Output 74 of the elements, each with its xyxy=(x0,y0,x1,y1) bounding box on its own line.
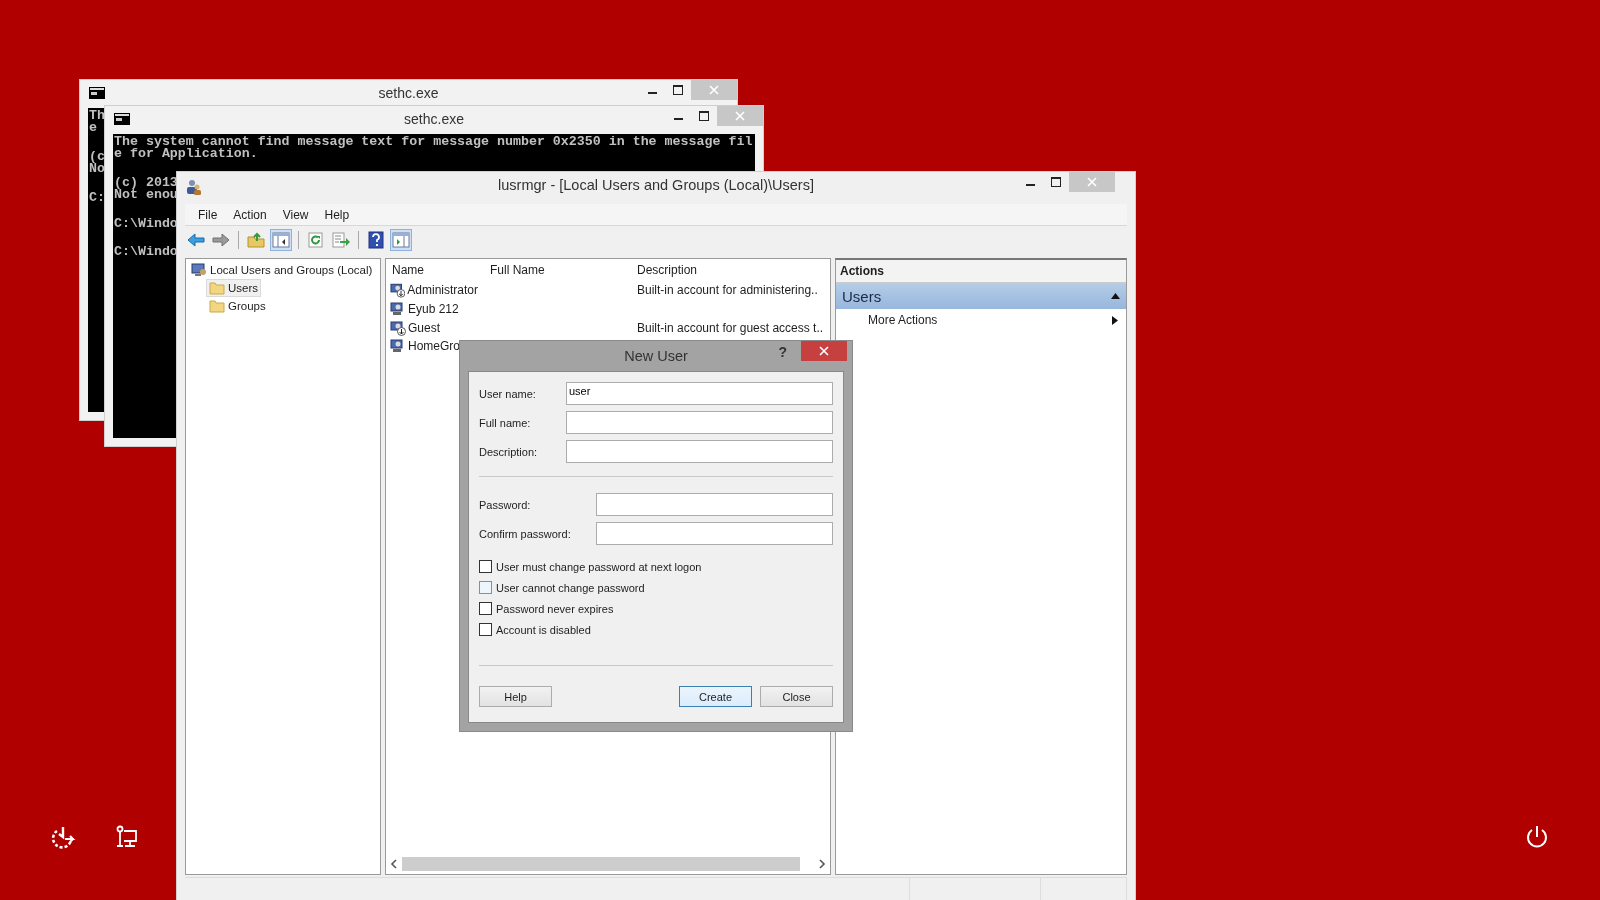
text-field[interactable] xyxy=(566,411,833,434)
user-icon xyxy=(390,338,406,355)
ease-of-access-icon[interactable] xyxy=(50,824,76,850)
field-label: Description: xyxy=(479,445,539,458)
checkbox[interactable] xyxy=(479,623,492,636)
scroll-right-icon[interactable] xyxy=(818,858,826,869)
table-cell: Built-in account for guest access t.. xyxy=(637,320,824,335)
dialog-title: New User xyxy=(624,348,688,364)
checkbox-label: Account is disabled xyxy=(496,623,591,636)
checkbox-label: User must change password at next logon xyxy=(496,560,702,573)
table-cell: HomeGro xyxy=(408,339,460,354)
users-icon xyxy=(185,178,203,196)
tree-item[interactable]: Groups xyxy=(206,297,269,315)
field-label: Full name: xyxy=(479,416,532,429)
column-header[interactable]: Full Name xyxy=(484,259,631,281)
menu-item[interactable]: Action xyxy=(226,205,274,224)
table-cell: Administrator xyxy=(407,283,478,298)
user-icon xyxy=(390,301,406,318)
console-icon xyxy=(89,87,105,99)
action-item[interactable]: More Actions xyxy=(836,309,1126,331)
text-field[interactable] xyxy=(566,440,833,463)
window-title: lusrmgr - [Local Users and Groups (Local)\Users] xyxy=(498,177,814,193)
tree-item[interactable]: Users xyxy=(206,279,262,297)
export-list-icon[interactable] xyxy=(330,229,352,251)
console-output: (c No xyxy=(88,148,106,178)
column-header[interactable]: Description xyxy=(631,259,830,281)
window-title: sethc.exe xyxy=(404,111,464,127)
dialog-button[interactable]: Create xyxy=(679,686,752,707)
close-icon xyxy=(819,346,829,356)
user-arrow-icon xyxy=(390,319,406,336)
pane-header: Actions xyxy=(836,260,1126,283)
checkbox[interactable] xyxy=(479,581,492,594)
field-label: Confirm password: xyxy=(479,527,572,540)
folder-icon xyxy=(209,299,225,313)
section-header[interactable]: Users xyxy=(836,283,1126,309)
checkbox[interactable] xyxy=(479,602,492,615)
table-cell: Guest xyxy=(408,320,440,335)
console-output: C: xyxy=(88,189,106,207)
checkbox-label: Password never expires xyxy=(496,602,614,615)
password-field[interactable] xyxy=(596,493,833,516)
close-icon xyxy=(709,85,719,95)
console-output: Th e xyxy=(88,108,106,137)
power-icon[interactable] xyxy=(1524,824,1550,850)
field-label: Password: xyxy=(479,498,532,511)
computer-users-icon xyxy=(191,262,207,278)
text-field[interactable]: user xyxy=(566,382,833,405)
dialog-button[interactable]: Help xyxy=(479,686,552,707)
network-icon[interactable] xyxy=(114,824,140,850)
checkbox[interactable] xyxy=(479,560,492,573)
user-arrow-icon xyxy=(390,282,406,299)
close-icon xyxy=(735,111,745,121)
menu-item[interactable]: Help xyxy=(317,205,357,224)
column-header[interactable]: Name xyxy=(386,259,484,281)
table-cell: Eyub 212 xyxy=(408,302,459,317)
scroll-left-icon[interactable] xyxy=(390,858,398,869)
console-icon xyxy=(114,113,130,125)
folder-icon xyxy=(209,281,225,295)
window-title: sethc.exe xyxy=(378,85,439,101)
tree-pane-icon[interactable] xyxy=(270,229,292,251)
help-icon[interactable] xyxy=(365,229,387,251)
close-button[interactable] xyxy=(801,341,847,361)
console-output: C:\Windo xyxy=(113,244,179,261)
table-cell: Built-in account for administering.. xyxy=(637,283,818,298)
password-field[interactable] xyxy=(596,522,833,545)
checkbox-label: User cannot change password xyxy=(496,581,645,594)
field-label: User name: xyxy=(479,387,537,400)
menu-item[interactable]: View xyxy=(275,205,316,224)
menu-item[interactable]: File xyxy=(191,205,225,224)
console-output: The system cannot find message text for message number 0x2350 in the message fil e for Application. xyxy=(113,134,754,163)
help-button[interactable]: ? xyxy=(778,343,787,361)
console-output: C:\Windo xyxy=(113,215,179,233)
close-icon xyxy=(1087,177,1097,187)
dialog-button[interactable]: Close xyxy=(760,686,833,707)
tree-item[interactable]: Local Users and Groups (Local) xyxy=(188,261,376,279)
